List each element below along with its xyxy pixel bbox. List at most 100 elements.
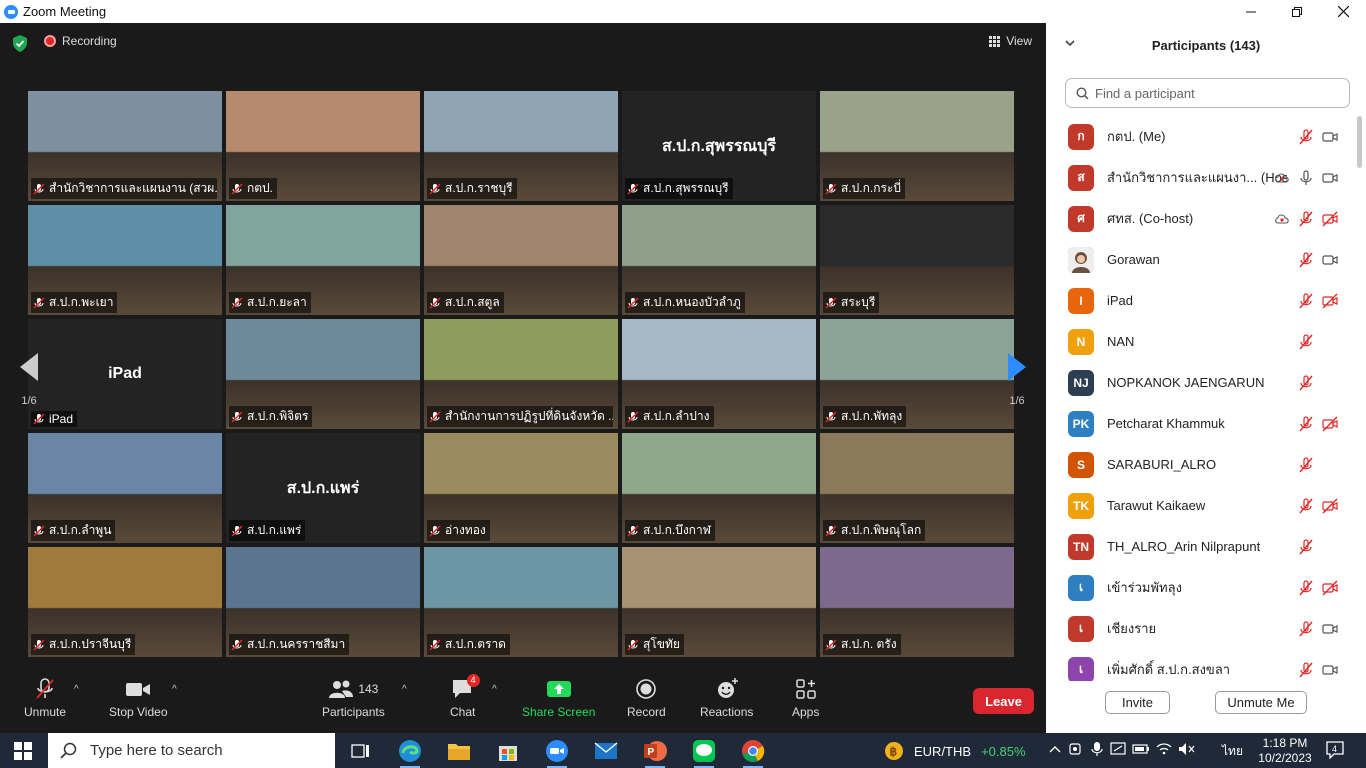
mic-muted-icon — [231, 410, 243, 423]
video-tile[interactable]: ส.ป.ก.หนองบัวลำภู — [622, 205, 816, 315]
task-view-button[interactable] — [348, 738, 374, 764]
unmute-me-button[interactable]: Unmute Me — [1215, 691, 1307, 714]
video-tile[interactable]: ส.ป.ก.นครราชสีมา — [226, 547, 420, 657]
participant-row[interactable]: N NAN — [1046, 321, 1354, 362]
video-options-caret[interactable]: ^ — [172, 684, 177, 695]
close-button[interactable] — [1320, 0, 1366, 23]
invite-button[interactable]: Invite — [1105, 691, 1170, 714]
mic-muted-icon — [1299, 333, 1313, 349]
video-tile[interactable]: สระบุรี — [820, 205, 1014, 315]
powerpoint-app[interactable]: P — [642, 738, 668, 768]
windows-start-button[interactable] — [14, 742, 32, 760]
tile-name: ส.ป.ก.กระบี่ — [841, 181, 901, 195]
video-tile[interactable]: ส.ป.ก.พิจิตร — [226, 319, 420, 429]
participant-row[interactable]: PK Petcharat Khammuk — [1046, 403, 1354, 444]
leave-button[interactable]: Leave — [973, 688, 1034, 714]
battery-icon[interactable] — [1132, 742, 1150, 756]
participant-search-field[interactable] — [1065, 78, 1350, 108]
unmute-button[interactable]: Unmute — [24, 678, 66, 719]
video-tile[interactable]: ส.ป.ก.พะเยา — [28, 205, 222, 315]
video-tile[interactable]: อ่างทอง — [424, 433, 618, 543]
mic-muted-icon — [231, 296, 243, 309]
notification-center-icon[interactable]: 4 — [1325, 741, 1345, 759]
participant-avatar: ส — [1068, 164, 1094, 191]
tile-name-label: ส.ป.ก.นครราชสีมา — [229, 634, 350, 655]
restore-icon — [1292, 6, 1302, 17]
video-tile[interactable]: สำนักวิชาการและแผนงาน (สวผ.) — [28, 91, 222, 201]
camera-icon[interactable] — [1068, 741, 1084, 757]
reactions-button[interactable]: Reactions — [700, 678, 753, 719]
video-tile[interactable]: ส.ป.ก.พัทลุง — [820, 319, 1014, 429]
security-shield-icon[interactable] — [12, 35, 28, 52]
minimize-button[interactable] — [1228, 0, 1274, 23]
video-tile[interactable]: ส.ป.ก.ลำพูน — [28, 433, 222, 543]
video-tile[interactable]: ส.ป.ก. ตรัง — [820, 547, 1014, 657]
participants-button[interactable]: 143 Participants — [322, 678, 385, 719]
chevron-up-icon[interactable] — [1048, 742, 1062, 756]
view-button[interactable]: View — [989, 34, 1032, 48]
video-tile[interactable]: สำนักงานการปฏิรูปที่ดินจังหวัด ... — [424, 319, 618, 429]
video-tile[interactable]: ส.ป.ก.กระบี่ — [820, 91, 1014, 201]
apps-button[interactable]: Apps — [792, 678, 819, 719]
chat-button[interactable]: 4 Chat — [450, 674, 480, 719]
taskbar-clock[interactable]: 1:18 PM 10/2/2023 — [1256, 736, 1314, 766]
previous-page-button[interactable]: 1/6 — [14, 353, 44, 443]
currency-widget[interactable]: ฿ EUR/THB +0.85% — [882, 740, 1026, 762]
video-tile[interactable]: ส.ป.ก.ตราด — [424, 547, 618, 657]
participant-status-icons — [1298, 333, 1338, 350]
video-tile[interactable]: ส.ป.ก.ยะลา — [226, 205, 420, 315]
tile-name: ส.ป.ก.สุพรรณบุรี — [643, 181, 729, 195]
audio-options-caret[interactable]: ^ — [74, 684, 79, 695]
video-tile[interactable]: ส.ป.ก.สตูล — [424, 205, 618, 315]
video-tile[interactable]: ส.ป.ก.สุพรรณบุรี ส.ป.ก.สุพรรณบุรี — [622, 91, 816, 201]
participant-list-scrollbar[interactable] — [1356, 116, 1362, 681]
video-tile[interactable]: สุโขทัย — [622, 547, 816, 657]
restore-button[interactable] — [1274, 0, 1320, 23]
video-tile[interactable]: ส.ป.ก.ลำปาง — [622, 319, 816, 429]
video-tile[interactable]: กตป. — [226, 91, 420, 201]
smiley-plus-icon — [717, 678, 738, 698]
next-page-button[interactable]: 1/6 — [1002, 353, 1032, 443]
participant-row[interactable]: TK Tarawut Kaikaew — [1046, 485, 1354, 526]
participant-row[interactable]: ก กตป. (Me) — [1046, 116, 1354, 157]
chat-options-caret[interactable]: ^ — [492, 684, 497, 695]
line-app[interactable] — [691, 738, 717, 768]
taskbar-search-box[interactable]: Type here to search — [48, 733, 335, 768]
participant-name: NOPKANOK JAENGARUN — [1107, 375, 1265, 390]
mic-muted-icon — [33, 296, 45, 309]
video-tile[interactable]: ส.ป.ก.ปราจีนบุรี — [28, 547, 222, 657]
mic-muted-icon — [1299, 374, 1313, 390]
screen-share-tray-icon[interactable] — [1110, 741, 1126, 757]
zoom-taskbar-app[interactable] — [544, 738, 570, 768]
stop-video-button[interactable]: Stop Video — [109, 678, 168, 719]
wifi-icon[interactable] — [1156, 742, 1172, 756]
video-tile[interactable]: ส.ป.ก.ราชบุรี — [424, 91, 618, 201]
participant-row[interactable]: เ เข้าร่วมพัทลุง — [1046, 567, 1354, 608]
participant-row[interactable]: Gorawan — [1046, 239, 1354, 280]
record-button[interactable]: Record — [627, 678, 666, 719]
mail-app[interactable] — [593, 738, 619, 764]
participant-row[interactable]: IiPad — [1046, 280, 1354, 321]
share-screen-button[interactable]: Share Screen — [522, 678, 595, 719]
edge-app[interactable] — [397, 738, 423, 768]
participant-row[interactable]: S SARABURI_ALRO — [1046, 444, 1354, 485]
participant-row[interactable]: ศ ศทส. (Co-host) — [1046, 198, 1354, 239]
input-language[interactable]: ไทย — [1222, 742, 1243, 761]
participant-row[interactable]: เ เพิ่มศักดิ์ ส.ป.ก.สงขลา — [1046, 649, 1354, 681]
recording-indicator[interactable]: Recording — [44, 34, 117, 48]
video-tile[interactable]: ส.ป.ก.แพร่ ส.ป.ก.แพร่ — [226, 433, 420, 543]
volume-muted-icon[interactable] — [1178, 742, 1196, 756]
store-app[interactable] — [495, 738, 521, 764]
participant-row[interactable]: ส สำนักวิชาการและแผนงา... (Host) — [1046, 157, 1354, 198]
chrome-app[interactable] — [740, 738, 766, 768]
video-tile[interactable]: ส.ป.ก.พิษณุโลก — [820, 433, 1014, 543]
participant-row[interactable]: TN TH_ALRO_Arin Nilprapunt — [1046, 526, 1354, 567]
participant-row[interactable]: NJ NOPKANOK JAENGARUN — [1046, 362, 1354, 403]
video-tile[interactable]: ส.ป.ก.บึงกาฬ — [622, 433, 816, 543]
video-tile[interactable]: iPad iPad — [28, 319, 222, 429]
file-explorer-app[interactable] — [446, 738, 472, 764]
participants-options-caret[interactable]: ^ — [402, 684, 407, 695]
participant-row[interactable]: เ เชียงราย — [1046, 608, 1354, 649]
participant-search-input[interactable] — [1095, 85, 1335, 101]
microphone-icon[interactable] — [1090, 741, 1104, 757]
